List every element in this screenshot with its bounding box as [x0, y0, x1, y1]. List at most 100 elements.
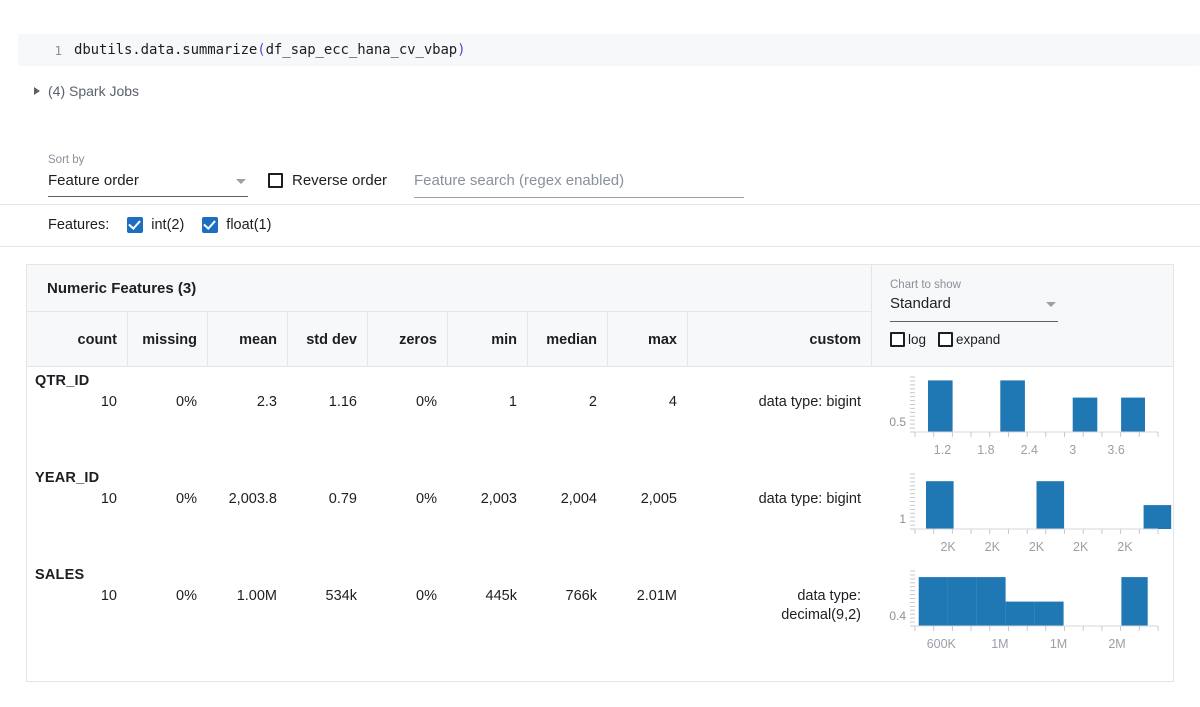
table-row[interactable]: YEAR_ID 10 0% 2,003.8 0.79 0% 2,003 2,004 2,005 d… — [27, 464, 1173, 561]
chevron-down-icon — [236, 179, 246, 184]
reverse-order-checkbox[interactable]: Reverse order — [268, 172, 387, 189]
code-argument: df_sap_ecc_hana_cv_vbap — [265, 42, 458, 58]
histogram-bar — [1121, 397, 1145, 432]
cell-std-dev: 534k — [325, 588, 357, 604]
column-header-mean[interactable]: mean — [207, 312, 287, 367]
feature-histogram: 0.4 600K 1M 1M 2M — [871, 561, 1174, 658]
column-header-max[interactable]: max — [607, 312, 687, 367]
y-tick-label: 1 — [899, 512, 906, 526]
x-tick-label: 3 — [1069, 443, 1076, 457]
cell-median: 2,004 — [560, 491, 597, 507]
cell-min: 1 — [508, 394, 517, 410]
chevron-right-icon — [34, 87, 40, 95]
histogram-bar — [947, 577, 977, 626]
expand-label: expand — [956, 332, 1001, 347]
cell-missing: 0% — [176, 491, 197, 507]
log-checkbox[interactable]: log — [890, 332, 926, 347]
histogram-bar — [976, 577, 1006, 626]
chart-option-checkboxes: log expand — [890, 332, 1174, 347]
row-cells: 10 0% 1.00M 534k 0% 445k 766k 2.01M data type: de… — [27, 587, 871, 625]
cell-std-dev: 1.16 — [328, 394, 357, 410]
code-line: dbutils.data.summarize(df_sap_ecc_hana_c… — [74, 42, 466, 58]
x-tick-label: 2.4 — [1021, 443, 1038, 457]
cell-count: 10 — [100, 491, 117, 507]
column-header-std-dev[interactable]: std dev — [287, 312, 367, 367]
cell-max: 4 — [668, 394, 677, 410]
feature-name: SALES — [35, 567, 85, 583]
feature-type-float-label: float(1) — [226, 217, 272, 233]
x-tick-label: 3.6 — [1107, 443, 1124, 457]
histogram-bar — [928, 380, 953, 432]
column-header-missing[interactable]: missing — [127, 312, 207, 367]
cell-custom: data type: bigint — [758, 394, 861, 410]
histogram-bar — [1072, 397, 1098, 432]
column-header-zeros[interactable]: zeros — [367, 312, 447, 367]
cell-max: 2.01M — [636, 588, 677, 604]
histogram-svg: 1 2K 2K 2K 2K 2K — [899, 473, 1172, 554]
histogram-bar — [1121, 577, 1148, 626]
checkbox-box-icon — [890, 332, 905, 347]
spark-jobs-label: (4) Spark Jobs — [48, 83, 140, 99]
column-header-custom[interactable]: custom — [687, 312, 871, 367]
feature-histogram: 0.5 1.2 1.8 2.4 3 3.6 — [871, 367, 1174, 464]
x-tick-label: 2K — [1073, 540, 1089, 554]
cell-median: 766k — [565, 588, 597, 604]
chart-to-show-label: Chart to show — [890, 279, 961, 291]
chart-to-show-select[interactable]: Standard — [890, 295, 1058, 322]
sort-by-select[interactable]: Feature order — [48, 172, 248, 197]
feature-type-int-label: int(2) — [151, 217, 185, 233]
chevron-down-icon — [1046, 302, 1056, 307]
numeric-features-table: Numeric Features (3) count missing mean std… — [26, 264, 1174, 682]
column-header-count[interactable]: count — [27, 312, 127, 367]
feature-type-int-checkbox[interactable]: int(2) — [127, 217, 184, 233]
code-cell[interactable]: 1 dbutils.data.summarize(df_sap_ecc_hana… — [18, 34, 1200, 66]
histogram-bar — [1143, 505, 1172, 529]
cell-std-dev: 0.79 — [328, 491, 357, 507]
table-title: Numeric Features (3) — [47, 279, 197, 297]
cell-max: 2,005 — [640, 491, 677, 507]
table-row[interactable]: SALES 10 0% 1.00M 534k 0% 445k 766k 2.01M data ty… — [27, 561, 1173, 658]
reverse-order-label: Reverse order — [292, 172, 388, 189]
y-tick-label: 0.4 — [889, 609, 906, 623]
cell-mean: 2.3 — [256, 394, 277, 410]
summarize-output-page: 1 dbutils.data.summarize(df_sap_ecc_hana… — [0, 0, 1200, 707]
cell-min: 445k — [485, 588, 517, 604]
histogram-bar — [926, 481, 954, 529]
column-header-min[interactable]: min — [447, 312, 527, 367]
checkbox-box-icon — [268, 173, 283, 188]
spark-jobs-toggle[interactable]: (4) Spark Jobs — [34, 83, 139, 99]
feature-type-float-checkbox[interactable]: float(1) — [202, 217, 271, 233]
sort-by-value: Feature order — [48, 172, 139, 189]
feature-histogram: 1 2K 2K 2K 2K 2K — [871, 464, 1174, 561]
histogram-bar — [1005, 601, 1035, 626]
column-header-median[interactable]: median — [527, 312, 607, 367]
feature-name: QTR_ID — [35, 373, 90, 389]
histogram-bar — [1036, 481, 1065, 529]
cell-missing: 0% — [176, 394, 197, 410]
checkbox-checked-icon — [127, 217, 144, 233]
feature-search-field[interactable] — [414, 172, 744, 198]
sort-by-label: Sort by — [48, 154, 85, 166]
row-cells: 10 0% 2.3 1.16 0% 1 2 4 data type: bigint — [27, 393, 871, 412]
cell-zeros: 0% — [416, 491, 437, 507]
table-body: QTR_ID 10 0% 2.3 1.16 0% 1 2 4 data type: bigint 0… — [27, 367, 1173, 658]
table-row[interactable]: QTR_ID 10 0% 2.3 1.16 0% 1 2 4 data type: bigint 0… — [27, 367, 1173, 464]
cell-mean: 2,003.8 — [228, 491, 277, 507]
cell-count: 10 — [100, 394, 117, 410]
cell-count: 10 — [100, 588, 117, 604]
histogram-bar — [1034, 601, 1064, 626]
row-cells: 10 0% 2,003.8 0.79 0% 2,003 2,004 2,005 data typ… — [27, 490, 871, 509]
checkbox-checked-icon — [202, 217, 219, 233]
feature-search-input[interactable] — [414, 172, 744, 189]
features-label: Features: — [48, 217, 110, 233]
chart-to-show-value: Standard — [890, 295, 951, 312]
expand-checkbox[interactable]: expand — [938, 332, 1000, 347]
cell-median: 2 — [588, 394, 597, 410]
x-tick-label: 600K — [927, 637, 957, 651]
sort-toolbar: Sort by Feature order Reverse order — [0, 148, 1200, 205]
line-number: 1 — [54, 42, 62, 58]
features-toolbar: Features: int(2) float(1) — [0, 204, 1200, 247]
cell-zeros: 0% — [416, 588, 437, 604]
histogram-svg: 0.4 600K 1M 1M 2M — [889, 570, 1159, 651]
x-tick-label: 2K — [1029, 540, 1045, 554]
